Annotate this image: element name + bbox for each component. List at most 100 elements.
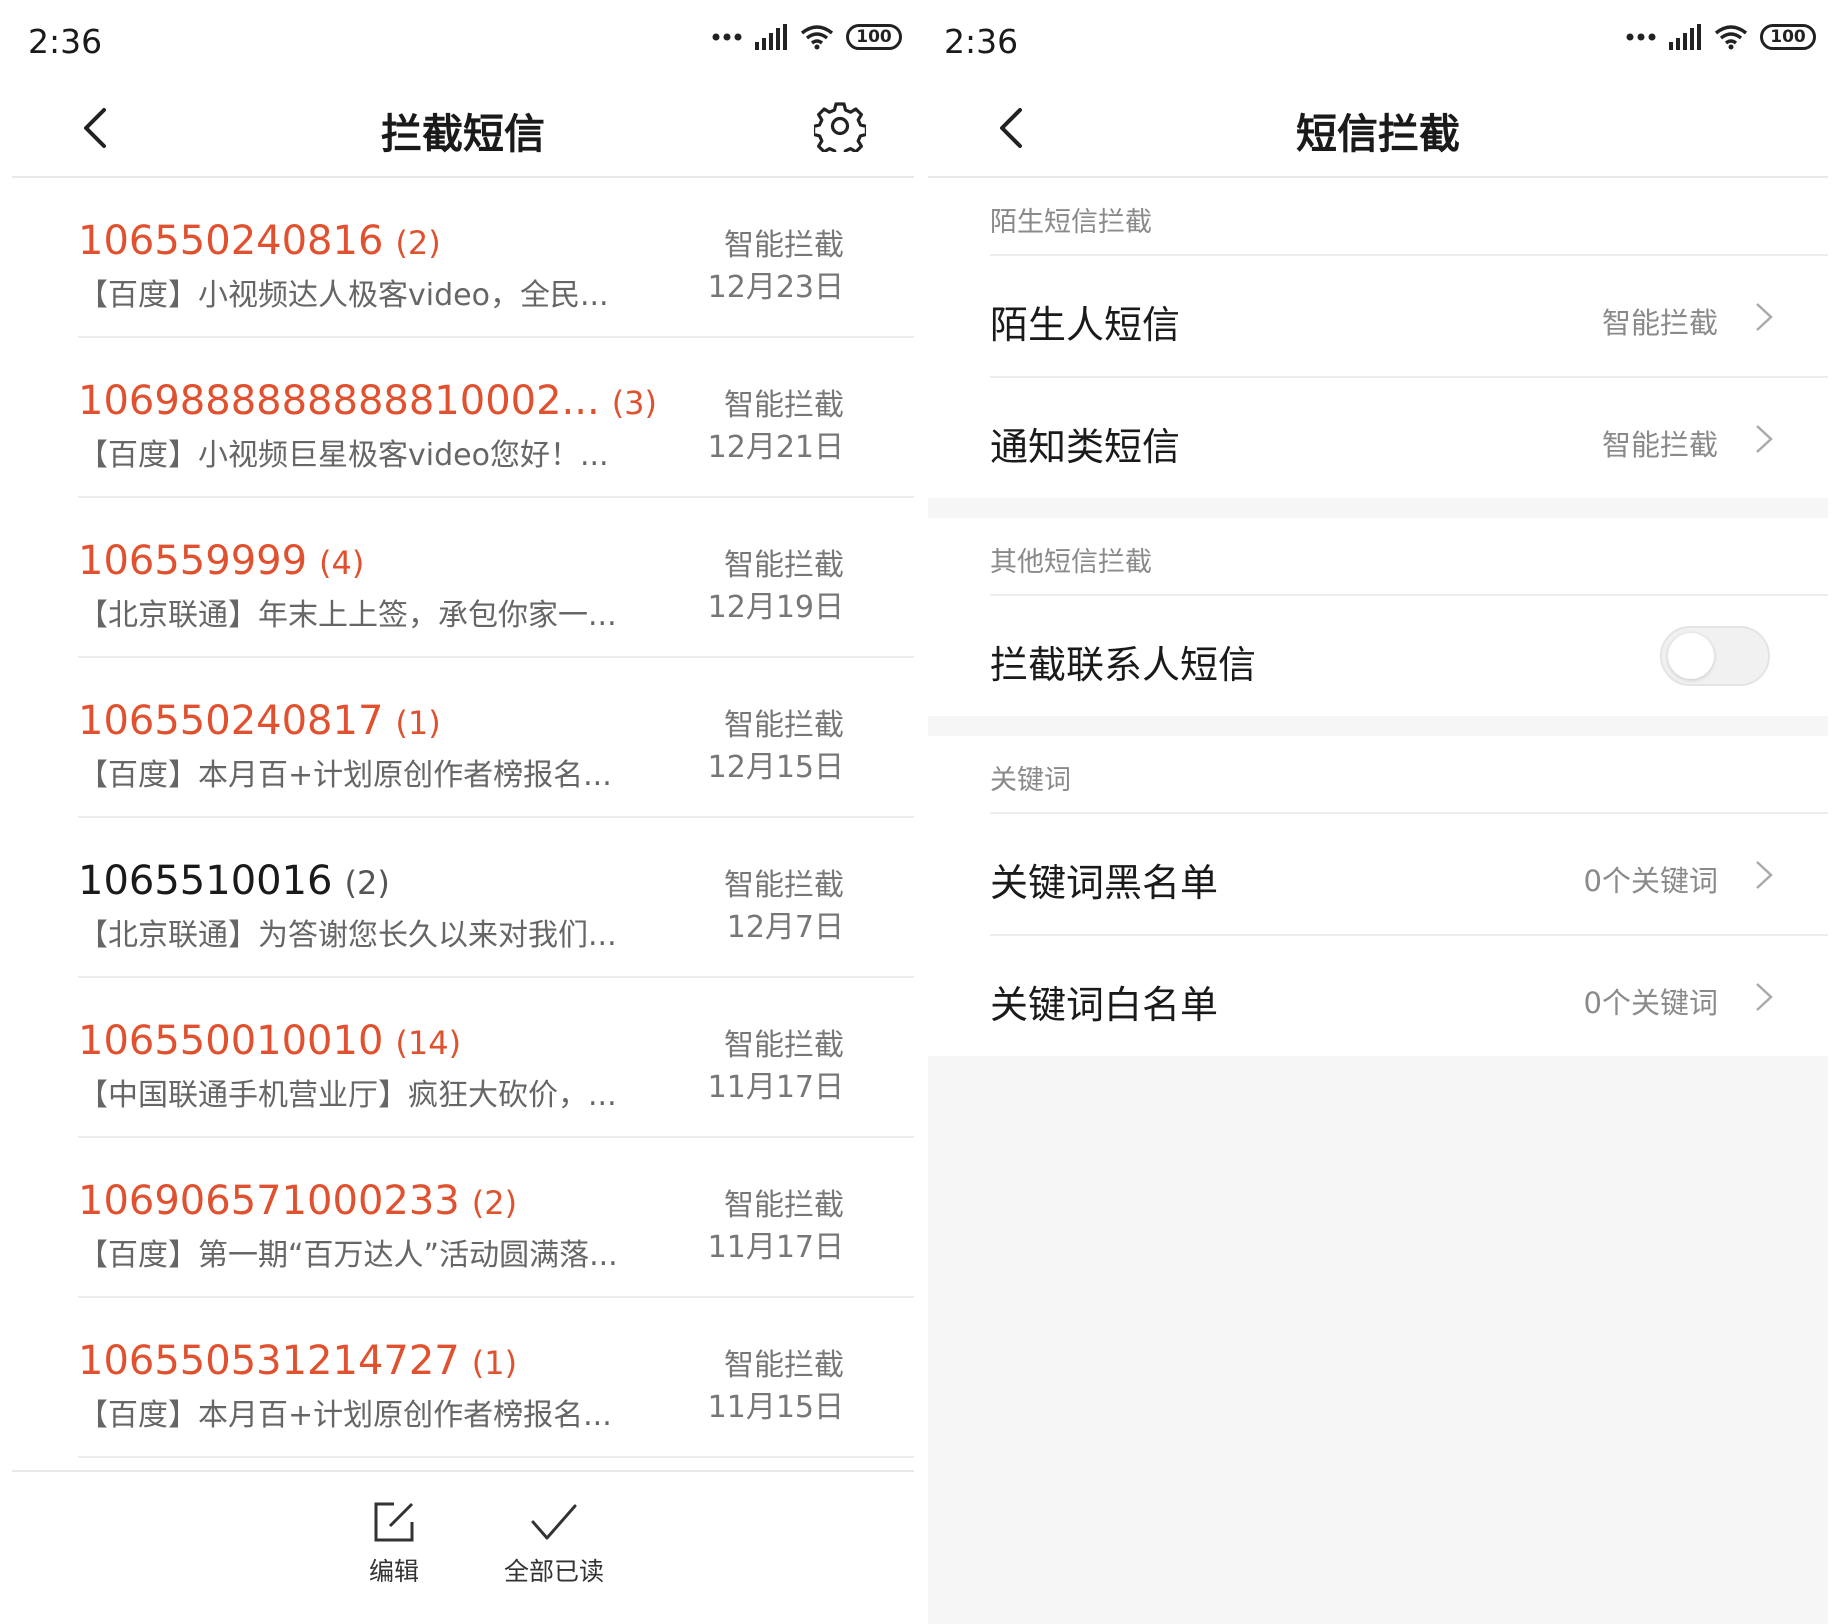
message-date: 12月19日 [707, 590, 844, 625]
message-preview: 【百度】第一期“百万达人”活动圆满落... [78, 1238, 618, 1273]
stranger-sms-label: 陌生人短信 [990, 303, 1181, 347]
intercept-tag: 智能拦截 [724, 708, 844, 743]
message-item[interactable]: 106550240816 (2) 【百度】小视频达人极客video，全民... 智能拦… [78, 178, 914, 338]
intercept-tag: 智能拦截 [724, 548, 844, 583]
section-header-keywords: 关键词 [990, 765, 1071, 796]
sms-block-settings-screen: 2:36 100 短信拦截 陌生短信拦截 陌生人短信 智能拦截 通知类短信 智能… [928, 0, 1828, 1624]
more-dots-icon [1626, 33, 1656, 41]
intercept-tag: 智能拦截 [724, 1348, 844, 1383]
blocked-message-list: 106550240816 (2) 【百度】小视频达人极客video，全民... 智能拦… [12, 178, 914, 1458]
message-preview: 【中国联通手机营业厅】疯狂大砍价，... [78, 1078, 617, 1113]
nav-bar: 拦截短信 [12, 80, 914, 178]
message-item[interactable]: 106906571000233 (2) 【百度】第一期“百万达人”活动圆满落... 智… [78, 1138, 914, 1298]
sender-number: 1069888888888810002... [78, 378, 600, 424]
sender-number: 106550240816 [78, 218, 384, 264]
message-preview: 【百度】本月百+计划原创作者榜报名... [78, 1398, 612, 1433]
edit-button[interactable]: 编辑 [314, 1500, 474, 1588]
notice-sms-value: 智能拦截 [1601, 428, 1718, 462]
wifi-icon [800, 25, 834, 50]
keyword-whitelist-label: 关键词白名单 [990, 983, 1219, 1027]
message-count: (2) [395, 224, 441, 262]
stranger-sms-row[interactable]: 陌生人短信 智能拦截 [990, 256, 1828, 378]
message-count: (2) [344, 864, 390, 902]
message-count: (1) [471, 1344, 518, 1382]
block-contacts-toggle[interactable] [1660, 626, 1770, 686]
sender-number: 106906571000233 [78, 1178, 460, 1224]
other-sms-group: 其他短信拦截 拦截联系人短信 [928, 518, 1828, 716]
keyword-whitelist-row[interactable]: 关键词白名单 0个关键词 [990, 936, 1828, 1056]
notice-sms-row[interactable]: 通知类短信 智能拦截 [990, 378, 1828, 498]
intercept-tag: 智能拦截 [724, 388, 844, 423]
block-contacts-row: 拦截联系人短信 [990, 596, 1828, 716]
mark-all-read-button[interactable]: 全部已读 [474, 1500, 634, 1588]
status-time: 2:36 [944, 22, 1019, 61]
message-sender: 106559999 (4) [78, 538, 364, 584]
toggle-knob [1668, 633, 1714, 679]
intercept-tag: 智能拦截 [724, 1188, 844, 1223]
battery-icon: 100 [846, 24, 902, 50]
intercept-tag: 智能拦截 [724, 1028, 844, 1063]
message-count: (1) [395, 704, 441, 742]
message-sender: 106550240816 (2) [78, 218, 441, 264]
message-item[interactable]: 1069888888888810002... (3) 【百度】小视频巨星极客vide… [78, 338, 914, 498]
blocked-sms-screen: 2:36 100 拦截短信 106550240816 (2) 【百度】小视频达人极客… [12, 0, 914, 1624]
message-item[interactable]: 106550531214727 (1) 【百度】本月百+计划原创作者榜报名... 智能… [78, 1298, 914, 1458]
message-date: 12月7日 [726, 910, 844, 945]
message-item[interactable]: 106550010010 (14) 【中国联通手机营业厅】疯狂大砍价，... 智能拦截… [78, 978, 914, 1138]
intercept-tag: 智能拦截 [724, 228, 844, 263]
status-time: 2:36 [28, 22, 103, 61]
intercept-tag: 智能拦截 [724, 868, 844, 903]
message-item[interactable]: 106550240817 (1) 【百度】本月百+计划原创作者榜报名... 智能拦截 1… [78, 658, 914, 818]
keyword-whitelist-value: 0个关键词 [1583, 986, 1718, 1020]
message-item[interactable]: 106559999 (4) 【北京联通】年末上上签，承包你家一... 智能拦截 12月1… [78, 498, 914, 658]
message-count: (4) [319, 544, 365, 582]
checkmark-icon [531, 1504, 577, 1540]
message-date: 12月15日 [707, 750, 844, 785]
message-sender: 106550531214727 (1) [78, 1338, 517, 1384]
status-bar: 2:36 100 [12, 0, 914, 80]
message-date: 12月21日 [707, 430, 844, 465]
edit-icon [374, 1502, 414, 1542]
stranger-sms-group: 陌生短信拦截 陌生人短信 智能拦截 通知类短信 智能拦截 [928, 178, 1828, 498]
notice-sms-label: 通知类短信 [990, 425, 1181, 469]
message-preview: 【北京联通】年末上上签，承包你家一... [78, 598, 617, 633]
block-contacts-label: 拦截联系人短信 [990, 643, 1257, 687]
sender-number: 106550240817 [78, 698, 384, 744]
message-preview: 【北京联通】为答谢您长久以来对我们... [78, 918, 617, 953]
message-sender: 106906571000233 (2) [78, 1178, 517, 1224]
stranger-sms-value: 智能拦截 [1601, 306, 1718, 340]
message-sender: 106550240817 (1) [78, 698, 441, 744]
chevron-right-icon [1756, 303, 1773, 331]
chevron-right-icon [1756, 983, 1773, 1011]
message-preview: 【百度】小视频达人极客video，全民... [78, 278, 609, 313]
battery-level: 100 [856, 27, 892, 47]
message-sender: 1065510016 (2) [78, 858, 390, 904]
message-date: 11月15日 [707, 1390, 844, 1425]
message-preview: 【百度】本月百+计划原创作者榜报名... [78, 758, 612, 793]
nav-bar: 短信拦截 [928, 80, 1828, 178]
wifi-icon [1714, 25, 1748, 50]
keywords-group: 关键词 关键词黑名单 0个关键词 关键词白名单 0个关键词 [928, 736, 1828, 1056]
message-preview: 【百度】小视频巨星极客video您好！... [78, 438, 609, 473]
message-count: (3) [611, 384, 658, 422]
message-count: (2) [471, 1184, 518, 1222]
signal-icon [1669, 24, 1701, 50]
message-sender: 1069888888888810002... (3) [78, 378, 657, 424]
settings-gear-icon[interactable] [814, 100, 866, 152]
sender-number: 106550531214727 [78, 1338, 460, 1384]
settings-list: 陌生短信拦截 陌生人短信 智能拦截 通知类短信 智能拦截 其他短信拦截 拦截联系… [928, 178, 1828, 1624]
section-header-other: 其他短信拦截 [990, 547, 1152, 578]
message-item[interactable]: 1065510016 (2) 【北京联通】为答谢您长久以来对我们... 智能拦截 12月… [78, 818, 914, 978]
status-bar: 2:36 100 [928, 0, 1828, 80]
battery-icon: 100 [1760, 24, 1816, 50]
section-header-stranger: 陌生短信拦截 [990, 207, 1152, 238]
message-date: 11月17日 [707, 1070, 844, 1105]
sender-number: 106559999 [78, 538, 308, 584]
keyword-blacklist-row[interactable]: 关键词黑名单 0个关键词 [990, 814, 1828, 936]
edit-label: 编辑 [368, 1557, 419, 1586]
bottom-action-bar: 编辑 全部已读 [12, 1470, 914, 1624]
keyword-blacklist-value: 0个关键词 [1583, 864, 1718, 898]
message-sender: 106550010010 (14) [78, 1018, 461, 1064]
more-dots-icon [712, 33, 742, 41]
message-count: (14) [395, 1024, 462, 1062]
